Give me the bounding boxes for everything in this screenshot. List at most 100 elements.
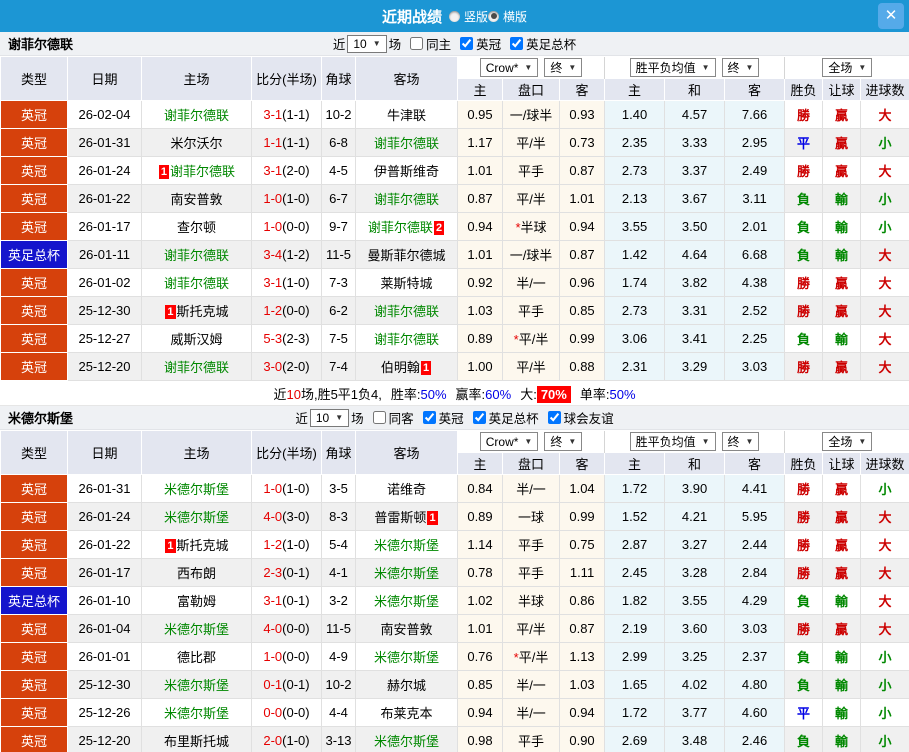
avg-win: 1.82 <box>605 587 665 615</box>
filter-checkbox[interactable] <box>473 411 486 424</box>
result-handicap: 贏 <box>823 101 861 129</box>
match-type: 英冠 <box>1 643 68 671</box>
odds-away: 0.87 <box>560 615 605 643</box>
score-cell: 1-0(1-0) <box>252 475 322 503</box>
odds-state-select[interactable]: 终▼ <box>544 432 582 451</box>
filter-checkbox[interactable] <box>373 411 386 424</box>
dropdown-arrow-icon: ▼ <box>746 63 754 72</box>
avg-lose: 4.80 <box>725 671 785 699</box>
odds-company-select[interactable]: Crow*▼ <box>480 58 539 77</box>
handicap-cell: 平手 <box>503 559 560 587</box>
scope-select[interactable]: 全场▼ <box>822 432 872 451</box>
odds-state-select[interactable]: 终▼ <box>544 58 582 77</box>
score-cell: 2-3(0-1) <box>252 559 322 587</box>
corner-count: 4-5 <box>322 157 356 185</box>
home-team-name: 西布朗 <box>177 566 216 581</box>
rank-badge: 1 <box>165 539 175 553</box>
fulltime-score: 1-0 <box>263 219 282 234</box>
column-header: 日期 <box>68 57 142 101</box>
home-team-name: 布里斯托城 <box>164 734 229 749</box>
home-team-cell: 米尔沃尔 <box>142 129 252 157</box>
home-team-name: 米德尔斯堡 <box>164 706 229 721</box>
column-subheader: 主 <box>458 453 503 475</box>
odds-home: 0.94 <box>458 213 503 241</box>
handicap-cell: 半球 <box>503 587 560 615</box>
odds-away: 1.11 <box>560 559 605 587</box>
filter-checkbox[interactable] <box>548 411 561 424</box>
scope-select[interactable]: 全场▼ <box>822 58 872 77</box>
layout-radio-horizontal[interactable]: 横版 <box>488 8 527 25</box>
home-team-cell: 谢菲尔德联 <box>142 353 252 381</box>
result-goals: 小 <box>861 727 909 752</box>
odds-away: 0.94 <box>560 699 605 727</box>
match-date: 26-01-17 <box>68 559 142 587</box>
match-type: 英冠 <box>1 157 68 185</box>
corner-count: 10-2 <box>322 671 356 699</box>
match-type: 英足总杯 <box>1 241 68 269</box>
summary-prefix: 近 <box>273 387 286 402</box>
layout-radio-vertical[interactable]: 竖版 <box>449 8 488 25</box>
column-subheader: 盘口 <box>503 453 560 475</box>
avg-state-select-value: 终 <box>728 433 740 450</box>
avg-win: 1.74 <box>605 269 665 297</box>
odds-away: 0.93 <box>560 101 605 129</box>
filter-checkbox[interactable] <box>510 37 523 50</box>
rank-badge: 1 <box>159 165 169 179</box>
result-outcome: 負 <box>785 587 823 615</box>
match-count-select[interactable]: 10▼ <box>347 35 386 53</box>
fulltime-score: 3-1 <box>263 163 282 178</box>
fulltime-score: 3-1 <box>263 107 282 122</box>
odds-home: 0.76 <box>458 643 503 671</box>
handicap-text: 平/半 <box>516 136 546 151</box>
avg-state-select[interactable]: 终▼ <box>722 432 760 451</box>
result-outcome: 負 <box>785 241 823 269</box>
match-row: 英冠26-01-31米尔沃尔1-1(1-1)6-8谢菲尔德联1.17平/半0.7… <box>1 129 909 157</box>
close-button[interactable]: ✕ <box>878 3 904 29</box>
filter-checkbox[interactable] <box>460 37 473 50</box>
score-cell: 3-1(1-0) <box>252 269 322 297</box>
away-team-name: 伯明翰 <box>381 360 420 375</box>
odds-home: 0.98 <box>458 727 503 752</box>
stat-value: 70% <box>537 386 571 403</box>
avg-lose: 3.03 <box>725 615 785 643</box>
fulltime-score: 5-3 <box>263 331 282 346</box>
rank-badge: 1 <box>165 305 175 319</box>
match-date: 25-12-30 <box>68 297 142 325</box>
result-outcome: 勝 <box>785 531 823 559</box>
avg-type-select[interactable]: 胜平负均值▼ <box>630 432 716 451</box>
avg-type-select[interactable]: 胜平负均值▼ <box>630 58 716 77</box>
odds-home: 0.89 <box>458 325 503 353</box>
fulltime-score: 4-0 <box>263 621 282 636</box>
match-date: 25-12-20 <box>68 727 142 752</box>
stat-label: 胜率: <box>391 387 421 402</box>
home-team-name: 斯托克城 <box>177 538 229 553</box>
column-header: 客场 <box>356 431 458 475</box>
away-team-cell: 赫尔城 <box>356 671 458 699</box>
halftime-score: (0-1) <box>282 565 309 580</box>
match-date: 26-01-10 <box>68 587 142 615</box>
column-subheader: 让球 <box>823 79 861 101</box>
filter-checkbox[interactable] <box>410 37 423 50</box>
home-team-name: 谢菲尔德联 <box>164 248 229 263</box>
match-row: 英冠26-01-221斯托克城1-2(1-0)5-4米德尔斯堡1.14平手0.7… <box>1 531 909 559</box>
avg-lose: 2.95 <box>725 129 785 157</box>
recent-match-controls: 近10▼场同客英冠英足总杯球会友谊 <box>0 408 909 427</box>
scope-select-value: 全场 <box>828 59 852 76</box>
dropdown-arrow-icon: ▼ <box>702 437 710 446</box>
handicap-text: 平手 <box>518 304 544 319</box>
avg-draw: 3.90 <box>665 475 725 503</box>
handicap-text: 平手 <box>518 164 544 179</box>
odds-away: 1.13 <box>560 643 605 671</box>
filter-checkbox[interactable] <box>423 411 436 424</box>
home-team-name: 斯托克城 <box>177 304 229 319</box>
match-count-select[interactable]: 10▼ <box>310 409 349 427</box>
home-team-cell: 威斯汉姆 <box>142 325 252 353</box>
handicap-cell: 平手 <box>503 531 560 559</box>
column-header: 比分(半场) <box>252 57 322 101</box>
match-date: 26-01-02 <box>68 269 142 297</box>
avg-state-select[interactable]: 终▼ <box>722 58 760 77</box>
result-outcome: 平 <box>785 699 823 727</box>
result-outcome: 勝 <box>785 503 823 531</box>
match-type: 英冠 <box>1 325 68 353</box>
odds-company-select[interactable]: Crow*▼ <box>480 432 539 451</box>
